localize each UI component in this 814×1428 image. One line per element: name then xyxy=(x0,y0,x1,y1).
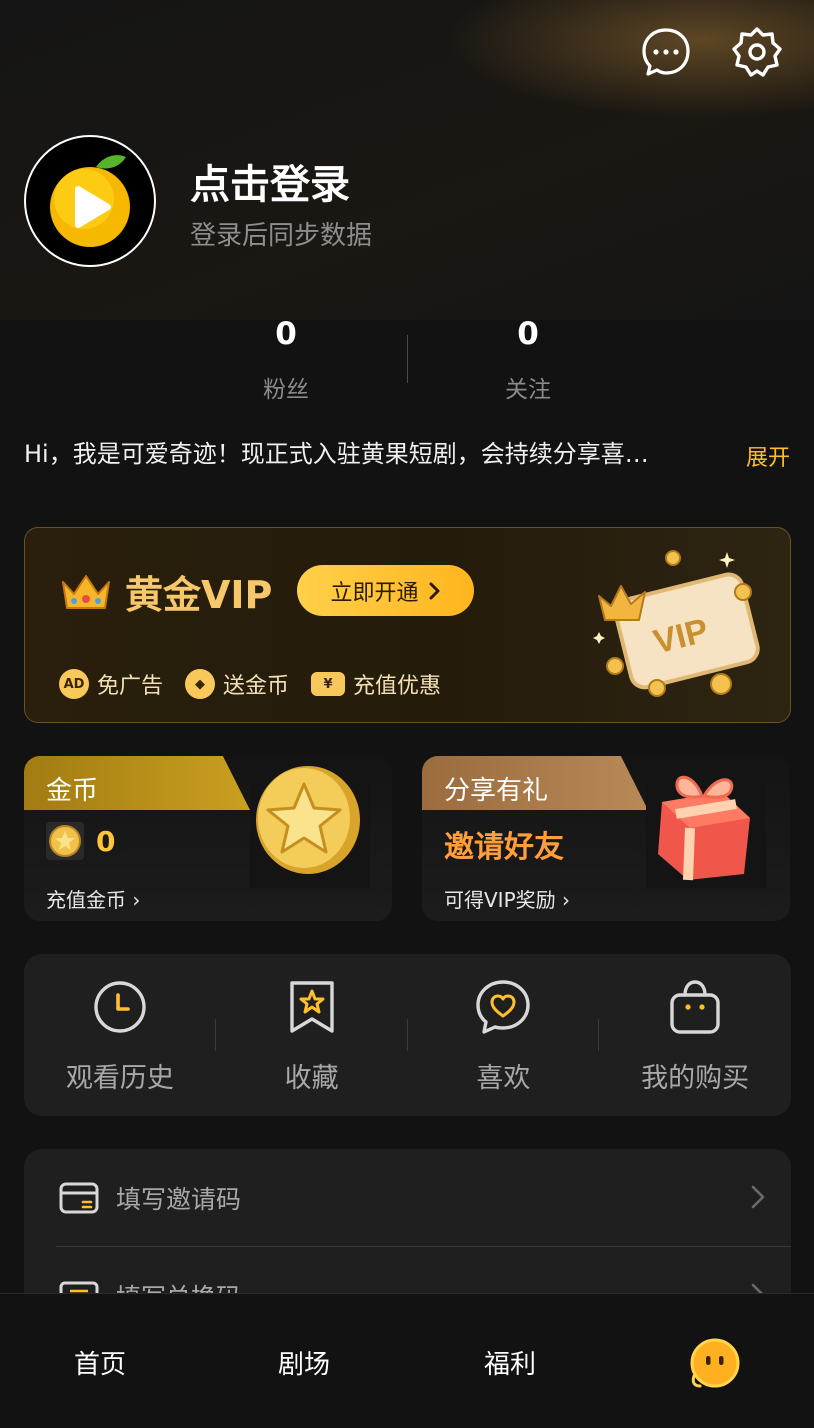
invite-friends-headline: 邀请好友 xyxy=(444,830,564,865)
vip-feature-label: 免广告 xyxy=(97,674,164,699)
tab-welfare[interactable]: 福利 xyxy=(484,1344,536,1381)
watch-history-shortcut[interactable]: 观看历史 xyxy=(24,954,216,1116)
coin-balance: 0 xyxy=(46,822,115,860)
following-label: 关注 xyxy=(505,377,551,403)
following-stat[interactable]: 0 关注 xyxy=(468,316,588,404)
login-title[interactable]: 点击登录 xyxy=(190,152,350,210)
vip-feature-label: 送金币 xyxy=(223,674,290,699)
share-card-tab: 分享有礼 xyxy=(422,756,648,810)
menu-label: 填写邀请码 xyxy=(116,1184,242,1214)
vip-feature-label: 充值优惠 xyxy=(353,674,442,699)
shortcut-grid: 观看历史 收藏 喜欢 我的购买 xyxy=(24,954,791,1116)
bottom-tab-bar: 首页 剧场 福利 xyxy=(0,1293,814,1428)
shortcut-label: 观看历史 xyxy=(65,1063,174,1094)
chevron-right-icon xyxy=(751,1185,765,1209)
shortcut-label: 收藏 xyxy=(284,1063,339,1094)
coin-count: 0 xyxy=(96,824,116,858)
expand-bio-link[interactable]: 展开 xyxy=(746,440,790,472)
fans-stat[interactable]: 0 粉丝 xyxy=(226,316,346,404)
gold-coin-illustration xyxy=(250,766,370,888)
open-vip-button[interactable]: 立即开通 xyxy=(297,565,474,616)
likes-shortcut[interactable]: 喜欢 xyxy=(408,954,600,1116)
crown-icon xyxy=(62,575,110,609)
ad-free-icon: AD xyxy=(59,669,89,699)
vip-feature-no-ads: AD 免广告 xyxy=(59,668,163,700)
recharge-coins-link[interactable]: 充值金币 › xyxy=(46,884,140,913)
chevron-right-icon xyxy=(429,582,439,599)
bookmark-star-icon xyxy=(289,981,334,1033)
tab-home[interactable]: 首页 xyxy=(74,1344,126,1381)
ticket-yen-icon: ¥ xyxy=(311,672,346,696)
my-purchases-shortcut[interactable]: 我的购买 xyxy=(599,954,791,1116)
tab-me[interactable] xyxy=(688,1336,742,1390)
shopping-bag-icon xyxy=(670,980,720,1034)
invite-card-icon xyxy=(59,1182,99,1213)
shortcut-label: 我的购买 xyxy=(641,1063,750,1094)
vip-reward-link[interactable]: 可得VIP奖励 › xyxy=(444,884,570,913)
orange-play-logo xyxy=(50,155,130,247)
gear-icon xyxy=(732,27,782,77)
vip-badge-illustration: VIP xyxy=(593,550,760,697)
following-count: 0 xyxy=(517,316,539,352)
gift-box-icon xyxy=(646,775,766,888)
shortcut-divider xyxy=(215,1019,216,1051)
settings-button[interactable] xyxy=(731,26,783,78)
gold-vip-card[interactable]: 黄金VIP 立即开通 AD 免广告 ◆ 送金币 ¥ 充值优惠 VIP xyxy=(24,527,791,723)
shortcut-label: 喜欢 xyxy=(476,1063,531,1094)
bio-text: Hi，我是可爱奇迹！现正式入驻黄果短剧，会持续分享喜… xyxy=(24,440,649,468)
vip-title: 黄金VIP xyxy=(125,573,273,617)
avatar[interactable] xyxy=(24,135,156,267)
vip-features: AD 免广告 ◆ 送金币 ¥ 充值优惠 xyxy=(59,668,441,700)
shortcut-divider xyxy=(598,1019,599,1051)
heart-chat-icon xyxy=(476,980,531,1034)
coin-card[interactable]: 金币 0 充值金币 › xyxy=(24,756,392,921)
profile-page: 点击登录 登录后同步数据 0 粉丝 0 关注 Hi，我是可爱奇迹！现正式入驻黄果… xyxy=(0,0,814,1428)
share-reward-card[interactable]: 分享有礼 邀请好友 可得VIP奖励 › xyxy=(422,756,790,921)
tab-theater[interactable]: 剧场 xyxy=(278,1344,330,1381)
vip-feature-coins: ◆ 送金币 xyxy=(185,668,289,700)
smiley-face-icon xyxy=(690,1338,740,1388)
login-subtitle: 登录后同步数据 xyxy=(190,221,373,251)
open-vip-label: 立即开通 xyxy=(330,580,419,606)
coin-diamond-icon: ◆ xyxy=(185,669,216,699)
coin-icon xyxy=(46,822,84,860)
invite-code-row[interactable]: 填写邀请码 xyxy=(24,1149,791,1246)
message-button[interactable] xyxy=(640,26,692,78)
chat-bubble-icon xyxy=(642,28,690,76)
coin-card-tab: 金币 xyxy=(24,756,250,810)
favorites-shortcut[interactable]: 收藏 xyxy=(216,954,408,1116)
stats-divider xyxy=(407,335,408,383)
shortcut-divider xyxy=(407,1019,408,1051)
clock-icon xyxy=(94,981,146,1033)
fans-count: 0 xyxy=(275,316,297,352)
vip-feature-recharge: ¥ 充值优惠 xyxy=(311,668,441,700)
fans-label: 粉丝 xyxy=(263,377,309,403)
